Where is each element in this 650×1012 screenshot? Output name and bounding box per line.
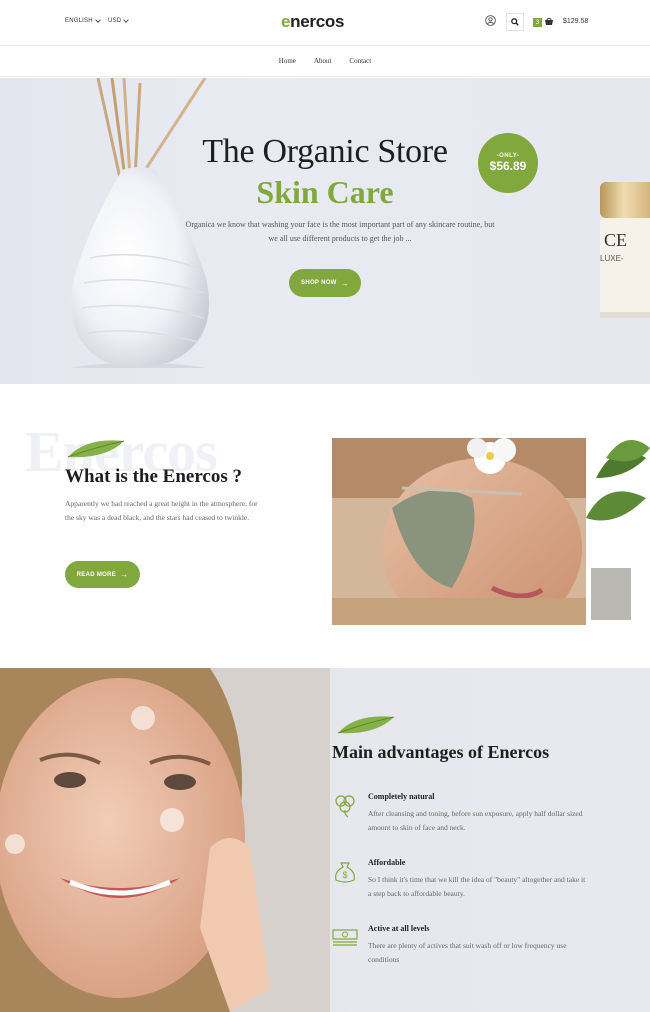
cream-jar-graphic [600,182,650,318]
logo-letter: e [281,12,291,31]
search-button[interactable] [506,13,524,31]
price-badge-amount: $56.89 [489,159,527,173]
nav-item-about[interactable]: About [314,57,332,65]
cart-icon[interactable] [544,17,554,27]
language-label: ENGLISH [65,18,93,24]
spa-mask-image [332,438,586,625]
top-bar: ENGLISH USD enercos 3 $129.58 [0,0,650,46]
leaf-icon [337,716,395,734]
chevron-down-icon [94,16,101,23]
main-nav: Home About Contact [0,46,650,77]
language-selector[interactable]: ENGLISH [65,16,101,24]
cart-total[interactable]: $129.58 [563,18,588,25]
arrow-right-icon: → [120,570,129,579]
nav-item-home[interactable]: Home [279,57,296,65]
about-text: Apparently we had reached a great height… [65,499,258,522]
read-more-button[interactable]: READ MORE → [65,561,140,588]
hero-title: The Organic Store [202,133,448,170]
about-title: What is the Enercos ? [65,466,242,487]
svg-text:$: $ [342,870,347,880]
feature-title: Completely natural [368,792,435,801]
feature-text: So I think it's time that we kill the id… [368,875,586,898]
cream-jar-image: CE LUXE- [598,182,650,322]
advantages-section: Main advantages of Enercos Completely na… [0,668,650,1012]
nav-item-contact[interactable]: Contact [349,57,371,65]
feature-text: After cleansing and toning, before sun e… [368,809,583,832]
hero-description: Organica we know that washing your face … [185,220,495,243]
currency-label: USD [108,18,122,24]
advantages-title: Main advantages of Enercos [332,742,550,762]
plant-image [586,440,650,620]
currency-selector[interactable]: USD [108,16,130,24]
user-icon[interactable] [485,15,496,26]
feature-title: Active at all levels [368,924,430,933]
price-badge: -ONLY- $56.89 [478,133,538,193]
cart-count-badge[interactable]: 3 [533,18,542,27]
search-icon [511,18,519,26]
chevron-down-icon [123,16,130,23]
logo-text: nercos [290,12,345,31]
clover-icon [335,795,355,818]
site-logo[interactable]: enercos [281,12,344,32]
jar-label-2: LUXE- [600,254,624,263]
hero-banner: The Organic Store Skin Care Organica we … [0,78,650,384]
money-bag-icon: $ [335,862,355,883]
read-more-label: READ MORE [76,571,117,578]
feature-text: There are plenty of actives that suit wa… [368,941,567,964]
cash-stack-icon [332,929,358,946]
arrow-right-icon: → [340,278,349,288]
shop-now-label: SHOP NOW [301,280,337,286]
woman-face-image [0,668,330,1012]
shop-now-button[interactable]: SHOP NOW → [289,269,361,297]
jar-label: CE [604,230,628,250]
leaf-icon [67,440,125,458]
hero-subtitle: Skin Care [256,174,394,210]
feature-title: Affordable [368,858,406,867]
